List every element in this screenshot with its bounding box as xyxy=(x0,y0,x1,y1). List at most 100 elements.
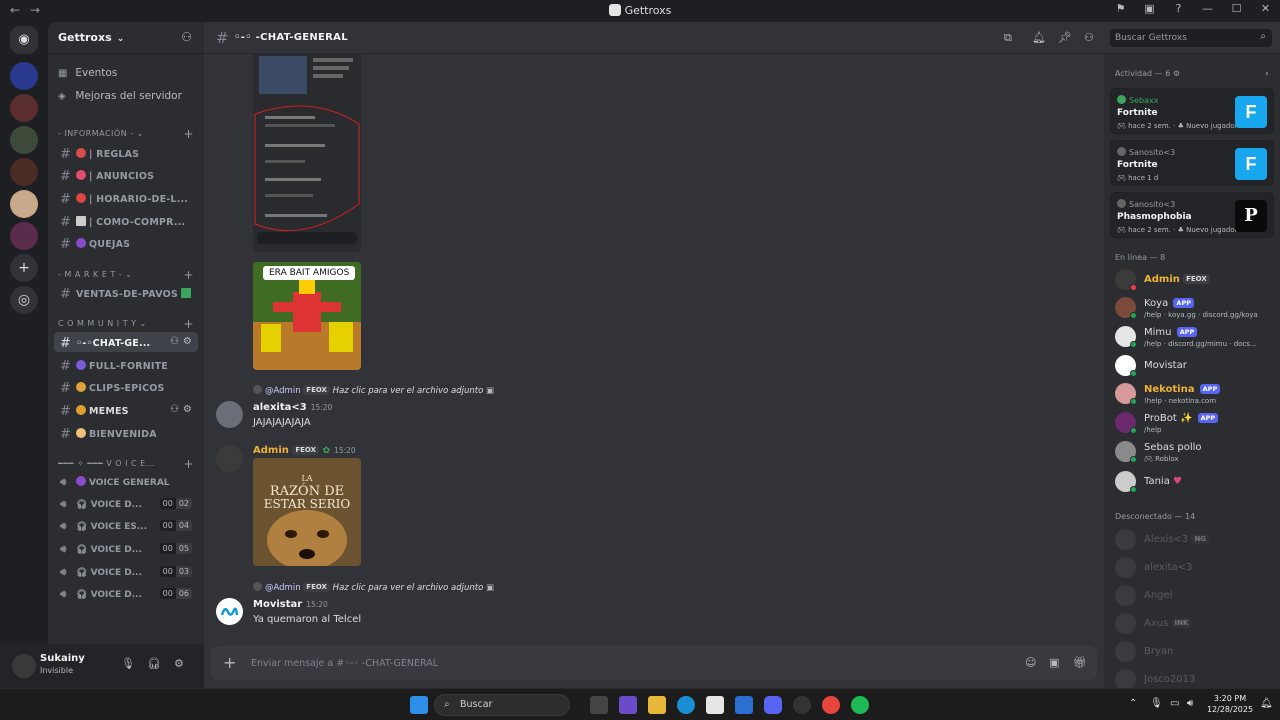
member-item[interactable]: Alexis<3 NG xyxy=(1115,528,1275,554)
voice-channel-general[interactable]: 🔊︎ VOICE GENERAL xyxy=(54,472,198,492)
activity-card[interactable]: Sebaxx Fortnite 🎮︎ hace 2 sem. · ♣ Nuevo… xyxy=(1110,88,1274,134)
start-icon[interactable] xyxy=(410,696,428,714)
mail-icon[interactable] xyxy=(735,696,753,714)
member-item[interactable]: Josco2013 xyxy=(1115,668,1275,688)
bell-icon[interactable]: 🔔︎ xyxy=(1032,31,1046,44)
voice-channel[interactable]: 🔊︎ 🎧︎ VOICE D... 00 03 xyxy=(54,563,198,583)
file-explorer-icon[interactable] xyxy=(648,696,666,714)
activity-card[interactable]: Sanosito<3 Fortnite 🎮︎ hace 1 d F xyxy=(1110,140,1274,186)
reply-preview[interactable]: @Admin FEOX Haz clic para ver el archivo… xyxy=(253,385,494,396)
message-author[interactable]: Movistar 15:20 xyxy=(253,599,328,610)
message-author[interactable]: Admin FEOX ✿ 15:20 xyxy=(253,445,356,456)
add-attachment-icon[interactable]: + xyxy=(223,653,236,672)
category-community[interactable]: C O M M U N I T Y ⌄ + xyxy=(58,317,198,331)
gear-icon[interactable]: ⚙ xyxy=(183,404,192,415)
category-info[interactable]: - INFORMACIÓN - ⌄ + xyxy=(58,127,198,141)
screenshot-attachment[interactable] xyxy=(253,54,361,252)
threads-icon[interactable]: ⧉ xyxy=(1004,31,1012,45)
channel-clips-epicos[interactable]: # CLIPS-EPICOS xyxy=(54,377,198,397)
spotify-icon[interactable] xyxy=(851,696,869,714)
microphone-icon[interactable]: 🎙︎ xyxy=(1150,698,1163,709)
avatar[interactable] xyxy=(216,401,243,428)
server-header[interactable]: Gettroxs ⌄ ⚇ xyxy=(48,22,204,54)
help-icon[interactable]: ? xyxy=(1164,2,1193,15)
member-item[interactable]: Angel xyxy=(1115,584,1275,610)
category-market[interactable]: - M A R K E T - ⌄ + xyxy=(58,268,198,282)
notifications-icon[interactable]: 🔔︎ xyxy=(1260,698,1273,709)
channel-memes[interactable]: # MEMES ⚇ ⚙ xyxy=(54,400,198,420)
copilot-icon[interactable] xyxy=(619,696,637,714)
sticker-icon[interactable]: ▣ xyxy=(1049,656,1059,669)
gear-icon[interactable]: ⚙ xyxy=(183,336,192,347)
maximize-icon[interactable]: ☐ xyxy=(1222,2,1251,15)
voice-channel[interactable]: 🔊︎ 🎧︎ VOICE D... 00 02 xyxy=(54,495,198,515)
invite-icon[interactable]: ⚇ xyxy=(170,404,179,415)
channel-quejas[interactable]: # QUEJAS xyxy=(54,233,198,253)
activity-card[interactable]: Sanosito<3 Phasmophobia 🎮︎ hace 2 sem. ·… xyxy=(1110,192,1274,238)
search-input[interactable] xyxy=(1110,29,1272,47)
channel-anuncios[interactable]: # | ANUNCIOS xyxy=(54,165,198,185)
channel-horario[interactable]: # | HORARIO-DE-L... xyxy=(54,188,198,208)
invite-icon[interactable]: ⚇ xyxy=(170,336,179,347)
channel-bienvenida[interactable]: # BIENVENIDA xyxy=(54,423,198,443)
task-view-icon[interactable] xyxy=(590,696,608,714)
network-icon[interactable]: ▭ xyxy=(1170,698,1179,709)
taskbar-search[interactable]: ⌕ Buscar xyxy=(434,694,570,716)
member-item[interactable]: Koya APP/help · koya.gg · discord.gg/koy… xyxy=(1115,296,1275,322)
chevron-up-icon[interactable]: ⌃ xyxy=(1129,698,1137,709)
add-channel-icon[interactable]: + xyxy=(183,457,194,471)
server-icon[interactable] xyxy=(10,94,38,122)
boost-link[interactable]: ◈ Mejoras del servidor xyxy=(58,90,182,102)
invite-icon[interactable]: ⚇ xyxy=(181,30,192,44)
channel-como-comprar[interactable]: # | COMO-COMPR... xyxy=(54,211,198,231)
member-item[interactable]: Tania ♥ xyxy=(1115,470,1275,496)
member-item[interactable]: alexita<3 xyxy=(1115,556,1275,582)
message-input[interactable] xyxy=(251,654,1011,672)
volume-icon[interactable]: 🔊︎ xyxy=(1187,698,1193,709)
system-clock[interactable]: 3:20 PM 12/28/2025 xyxy=(1206,693,1254,715)
channel-reglas[interactable]: # | REGLAS xyxy=(54,143,198,163)
voice-channel[interactable]: 🔊︎ 🎧︎ VOICE D... 00 06 xyxy=(54,585,198,605)
inbox-icon[interactable]: ⚑ xyxy=(1106,2,1135,15)
voice-channel[interactable]: 🔊︎ 🎧︎ VOICE ES... 00 04 xyxy=(54,517,198,537)
category-voice[interactable]: ━━━ ✧ ━━━ V O I C E... + xyxy=(58,457,198,471)
events-link[interactable]: ▦ Eventos xyxy=(58,67,117,79)
member-item[interactable]: Admin FEOX xyxy=(1115,268,1275,294)
pip-icon[interactable]: ▣ xyxy=(1135,2,1164,15)
members-icon[interactable]: ⚇ xyxy=(1084,31,1094,44)
server-icon[interactable] xyxy=(10,222,38,250)
channel-chat-general[interactable]: # ◦-◦CHAT-GE... ⚇ ⚙ xyxy=(54,332,198,352)
emoji-icon[interactable]: ☺ xyxy=(1025,656,1036,669)
server-icon[interactable] xyxy=(10,62,38,90)
server-icon[interactable] xyxy=(10,126,38,154)
avatar[interactable] xyxy=(12,654,36,678)
store-icon[interactable] xyxy=(706,696,724,714)
gift-icon[interactable]: 🎁︎ xyxy=(1073,656,1087,669)
member-item[interactable]: Sebas pollo 🎮︎ Roblox xyxy=(1115,440,1275,466)
app-icon[interactable] xyxy=(793,696,811,714)
chevron-right-icon[interactable]: › xyxy=(1265,69,1269,79)
avatar[interactable] xyxy=(216,445,243,472)
channel-ventas[interactable]: # VENTAS-DE-PAVOS xyxy=(54,283,198,303)
discord-taskbar-icon[interactable] xyxy=(764,696,782,714)
minimize-icon[interactable]: — xyxy=(1193,2,1222,15)
close-icon[interactable]: ✕ xyxy=(1251,2,1280,15)
message-author[interactable]: alexita<3 15:20 xyxy=(253,402,332,413)
headphones-icon[interactable]: 🎧︎ xyxy=(147,657,161,670)
chrome-icon[interactable] xyxy=(822,696,840,714)
voice-channel[interactable]: 🔊︎ 🎧︎ VOICE D... 00 05 xyxy=(54,540,198,560)
microphone-icon[interactable]: 🎙︎ xyxy=(121,657,135,670)
member-item[interactable]: Axus INK xyxy=(1115,612,1275,638)
avatar[interactable] xyxy=(216,598,243,625)
channel-full-fornite[interactable]: # FULL-FORNITE xyxy=(54,355,198,375)
add-server-icon[interactable]: + xyxy=(10,254,38,282)
discover-icon[interactable]: ◎ xyxy=(10,286,38,314)
pin-icon[interactable]: 📌︎ xyxy=(1058,31,1072,44)
direct-messages-icon[interactable]: ◉ xyxy=(10,26,38,54)
member-item[interactable]: Nekotina APP !help · nekotina.com xyxy=(1115,382,1275,408)
member-item[interactable]: Bryan xyxy=(1115,640,1275,666)
gear-icon[interactable]: ⚙ xyxy=(174,657,184,670)
member-item[interactable]: Mimu APP/help · discord.gg/mimu · docs..… xyxy=(1115,325,1275,351)
edge-icon[interactable] xyxy=(677,696,695,714)
add-channel-icon[interactable]: + xyxy=(183,127,194,141)
